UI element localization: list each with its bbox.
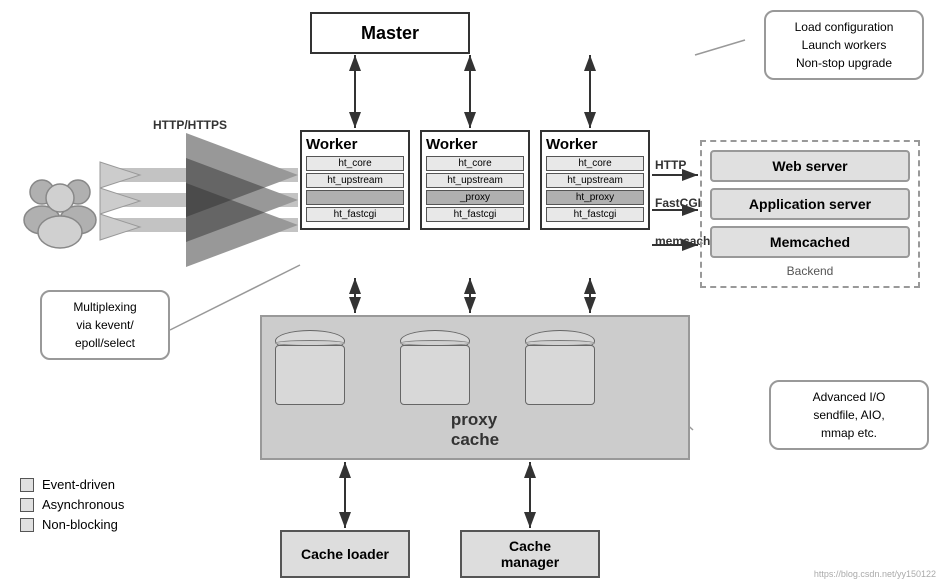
- cylinder-2-body: [400, 345, 470, 405]
- worker1-box: Worker ht_core ht_upstream ht_fastcgi: [300, 130, 410, 230]
- worker3-module-3: ht_proxy: [546, 190, 644, 205]
- cache-manager-label: Cache manager: [478, 538, 582, 570]
- proxy-cache-label: proxycache: [451, 410, 499, 450]
- worker3-module-4: ht_fastcgi: [546, 207, 644, 222]
- callout-left-text: Multiplexingvia kevent/epoll/select: [73, 300, 136, 350]
- worker1-module-4: ht_fastcgi: [306, 207, 404, 222]
- cache-loader-label: Cache loader: [301, 546, 389, 562]
- http-https-label: HTTP/HTTPS: [153, 118, 227, 132]
- cache-loader-box: Cache loader: [280, 530, 410, 578]
- backend-box: Web server Application server Memcached …: [700, 140, 920, 288]
- users-icon: [20, 170, 100, 250]
- worker2-box: Worker ht_core ht_upstream _proxy ht_fas…: [420, 130, 530, 230]
- legend-square-2: [20, 498, 34, 512]
- worker1-module-1: ht_core: [306, 156, 404, 171]
- worker3-label: Worker: [546, 136, 644, 153]
- worker1-label: Worker: [306, 136, 404, 153]
- worker1-module-3: [306, 190, 404, 205]
- legend-label-1: Event-driven: [42, 477, 115, 492]
- worker1-module-2: ht_upstream: [306, 173, 404, 188]
- legend: Event-driven Asynchronous Non-blocking: [20, 477, 124, 537]
- master-label: Master: [361, 23, 419, 44]
- backend-memcached: Memcached: [710, 226, 910, 258]
- legend-square-3: [20, 518, 34, 532]
- master-box: Master: [310, 12, 470, 54]
- backend-web-server: Web server: [710, 150, 910, 182]
- worker2-module-2: ht_upstream: [426, 173, 524, 188]
- worker3-box: Worker ht_core ht_upstream ht_proxy ht_f…: [540, 130, 650, 230]
- cylinder-3: [525, 330, 595, 410]
- legend-label-3: Non-blocking: [42, 517, 118, 532]
- callout-bottomright: Advanced I/Osendfile, AIO,mmap etc.: [769, 380, 929, 450]
- cylinder-1: [275, 330, 345, 410]
- legend-item-3: Non-blocking: [20, 517, 124, 532]
- legend-label-2: Asynchronous: [42, 497, 124, 512]
- callout-top: Load configurationLaunch workersNon-stop…: [764, 10, 924, 80]
- legend-square-1: [20, 478, 34, 492]
- diagram-container: Master Load configurationLaunch workersN…: [0, 0, 944, 587]
- fastcgi-label: FastCGI: [655, 196, 701, 210]
- callout-bottomright-text: Advanced I/Osendfile, AIO,mmap etc.: [813, 390, 886, 440]
- worker2-module-4: ht_fastcgi: [426, 207, 524, 222]
- cache-manager-box: Cache manager: [460, 530, 600, 578]
- cylinder-2: [400, 330, 470, 410]
- legend-item-2: Asynchronous: [20, 497, 124, 512]
- http-label: HTTP: [655, 158, 686, 172]
- cylinder-1-body: [275, 345, 345, 405]
- cylinders-row: [275, 330, 595, 410]
- worker3-module-1: ht_core: [546, 156, 644, 171]
- backend-app-server: Application server: [710, 188, 910, 220]
- worker2-module-3: _proxy: [426, 190, 524, 205]
- cylinder-3-body: [525, 345, 595, 405]
- legend-item-1: Event-driven: [20, 477, 124, 492]
- watermark: https://blog.csdn.net/yy150122: [814, 569, 936, 579]
- callout-left: Multiplexingvia kevent/epoll/select: [40, 290, 170, 360]
- worker2-label: Worker: [426, 136, 524, 153]
- backend-label: Backend: [710, 264, 910, 278]
- worker3-module-2: ht_upstream: [546, 173, 644, 188]
- callout-top-text: Load configurationLaunch workersNon-stop…: [795, 20, 894, 70]
- worker2-module-1: ht_core: [426, 156, 524, 171]
